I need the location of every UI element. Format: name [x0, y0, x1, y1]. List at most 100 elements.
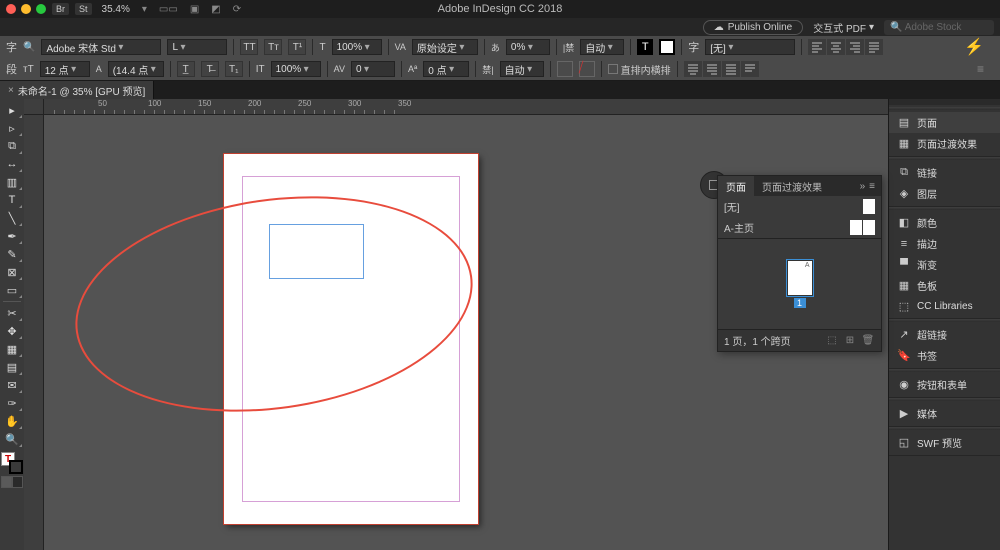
para-style-field[interactable]: [无]▾ [705, 39, 795, 55]
line-tool[interactable]: ╲ [1, 209, 23, 227]
zoom-window-button[interactable] [36, 4, 46, 14]
quick-apply-icon[interactable]: ⚡ [964, 37, 984, 57]
tracking-field[interactable]: 0▾ [351, 61, 395, 77]
justify-center-button[interactable] [684, 61, 702, 77]
font-family-field[interactable]: Adobe 宋体 Std▾ [41, 39, 161, 55]
master-none[interactable]: [无] [718, 196, 881, 217]
justify-full-button[interactable] [722, 61, 740, 77]
fill-none-swatch[interactable]: ⧸ [579, 61, 595, 77]
dock-item-media[interactable]: ▶媒体 [889, 403, 1000, 424]
dock-item-swatches[interactable]: ▦色板 [889, 275, 1000, 296]
aki-after-field[interactable]: 自动▾ [500, 61, 544, 77]
panel-menu-icon[interactable]: ≡ [977, 62, 984, 76]
pencil-tool[interactable]: ✎ [1, 245, 23, 263]
align-center-button[interactable] [827, 39, 845, 55]
type-tool[interactable]: T [1, 191, 23, 209]
fill-t-black[interactable]: T [637, 39, 653, 55]
eyedropper-tool[interactable]: ✑ [1, 394, 23, 412]
aki-before-field[interactable]: 自动▾ [580, 39, 624, 55]
gpu-icon[interactable]: ◩ [211, 4, 220, 15]
leading-field[interactable]: (14.4 点▾ [108, 61, 164, 77]
baseline-shift-field[interactable]: 0 点▾ [423, 61, 469, 77]
superscript-button[interactable]: T¹ [288, 39, 306, 55]
content-collector-tool[interactable]: ▥ [1, 173, 23, 191]
tab-close-x[interactable]: × [8, 85, 14, 96]
document-tab[interactable]: × 未命名-1 @ 35% [GPU 预览] [0, 81, 154, 99]
page-thumbnail-1[interactable] [787, 260, 813, 296]
scissors-tool[interactable]: ✂ [1, 304, 23, 322]
all-caps-button[interactable]: TT [240, 39, 258, 55]
fill-swatch[interactable] [557, 61, 573, 77]
align-toward-spine-button[interactable] [741, 61, 759, 77]
tsume-field[interactable]: 0%▾ [506, 39, 550, 55]
search-font-icon[interactable]: 🔍 [23, 42, 35, 53]
page-tool[interactable]: ⧉ [1, 137, 23, 155]
small-caps-button[interactable]: Tᴛ [264, 39, 282, 55]
subscript-button[interactable]: T₁ [225, 61, 243, 77]
text-frame[interactable] [269, 224, 364, 279]
vertical-scale-field[interactable]: 100%▾ [271, 61, 321, 77]
font-size-field[interactable]: 12 点▾ [40, 61, 90, 77]
pages-panel-tab-transitions[interactable]: 页面过渡效果 [754, 176, 830, 196]
vertical-ruler[interactable] [24, 115, 44, 550]
gap-tool[interactable]: ↔ [1, 155, 23, 173]
horizontal-ruler[interactable]: 50100150200250300350 [44, 99, 888, 115]
page-size-button[interactable]: ⬚ [825, 335, 839, 346]
dock-item-swf-preview[interactable]: ◱SWF 预览 [889, 432, 1000, 453]
ruler-origin[interactable] [24, 99, 44, 115]
zoom-level[interactable]: 35.4% [102, 4, 130, 15]
document-page[interactable] [224, 154, 478, 524]
horizontal-scale-field[interactable]: 100%▾ [332, 39, 382, 55]
arrange-icon[interactable]: ▭▭ [159, 4, 178, 15]
pages-panel-collapse[interactable]: »≡ [854, 176, 881, 196]
direct-selection-tool[interactable]: ▹ [1, 119, 23, 137]
justify-left-button[interactable] [865, 39, 883, 55]
note-tool[interactable]: ✉ [1, 376, 23, 394]
dock-item-color[interactable]: ◧颜色 [889, 212, 1000, 233]
align-right-button[interactable] [846, 39, 864, 55]
pen-tool[interactable]: ✒ [1, 227, 23, 245]
free-transform-tool[interactable]: ✥ [1, 322, 23, 340]
selection-tool[interactable]: ▸ [1, 101, 23, 119]
minimize-window-button[interactable] [21, 4, 31, 14]
zoom-tool[interactable]: 🔍 [1, 430, 23, 448]
delete-page-button[interactable]: 🗑 [861, 335, 875, 346]
dock-item-page-transitions[interactable]: ▦页面过渡效果 [889, 133, 1000, 154]
dock-item-hyperlinks[interactable]: ↗超链接 [889, 324, 1000, 345]
gradient-swatch-tool[interactable]: ▦ [1, 340, 23, 358]
stock-badge[interactable]: St [75, 3, 92, 15]
dock-item-cc-libraries[interactable]: ⬚CC Libraries [889, 296, 1000, 316]
pages-panel-tab-pages[interactable]: 页面 [718, 176, 754, 196]
dock-item-links[interactable]: ⧉链接 [889, 162, 1000, 183]
dock-item-stroke[interactable]: ≡描边 [889, 233, 1000, 254]
dock-item-bookmarks[interactable]: 🔖书签 [889, 345, 1000, 366]
fill-t-white[interactable] [659, 39, 675, 55]
hand-tool[interactable]: ✋ [1, 412, 23, 430]
workspace-switcher[interactable]: 交互式 PDF ▾ [813, 20, 874, 35]
dock-collapse-handle[interactable] [889, 99, 1000, 105]
justify-right-button[interactable] [703, 61, 721, 77]
sync-icon[interactable]: ⟳ [233, 4, 241, 15]
fill-stroke-swatches[interactable]: T [1, 452, 23, 474]
publish-online-button[interactable]: ☁ Publish Online [703, 20, 803, 35]
align-left-button[interactable] [808, 39, 826, 55]
kerning-field[interactable]: 原始设定▾ [412, 39, 478, 55]
underline-button-2[interactable]: T̲ [177, 61, 195, 77]
rectangle-tool[interactable]: ▭ [1, 281, 23, 299]
bridge-badge[interactable]: Br [52, 3, 69, 15]
screen-mode-icon[interactable]: ▣ [190, 4, 199, 15]
dock-item-gradient[interactable]: ▀渐变 [889, 254, 1000, 275]
master-a[interactable]: A-主页 [718, 217, 881, 238]
view-mode-switch[interactable] [1, 476, 23, 488]
gradient-feather-tool[interactable]: ▤ [1, 358, 23, 376]
close-window-button[interactable] [6, 4, 16, 14]
zoom-dropdown-icon[interactable]: ▾ [142, 4, 147, 15]
new-page-button[interactable]: ⊞ [843, 335, 857, 346]
dock-item-buttons-forms[interactable]: ◉按钮和表单 [889, 374, 1000, 395]
strikethrough-button[interactable]: T̶ [201, 61, 219, 77]
rectangle-frame-tool[interactable]: ⊠ [1, 263, 23, 281]
font-style-field[interactable]: L▾ [167, 39, 227, 55]
pages-thumbnails-area[interactable]: 1 [718, 239, 881, 329]
dock-item-pages[interactable]: ▤页面 [889, 112, 1000, 133]
stock-search-field[interactable]: 🔍 Adobe Stock [884, 20, 994, 35]
